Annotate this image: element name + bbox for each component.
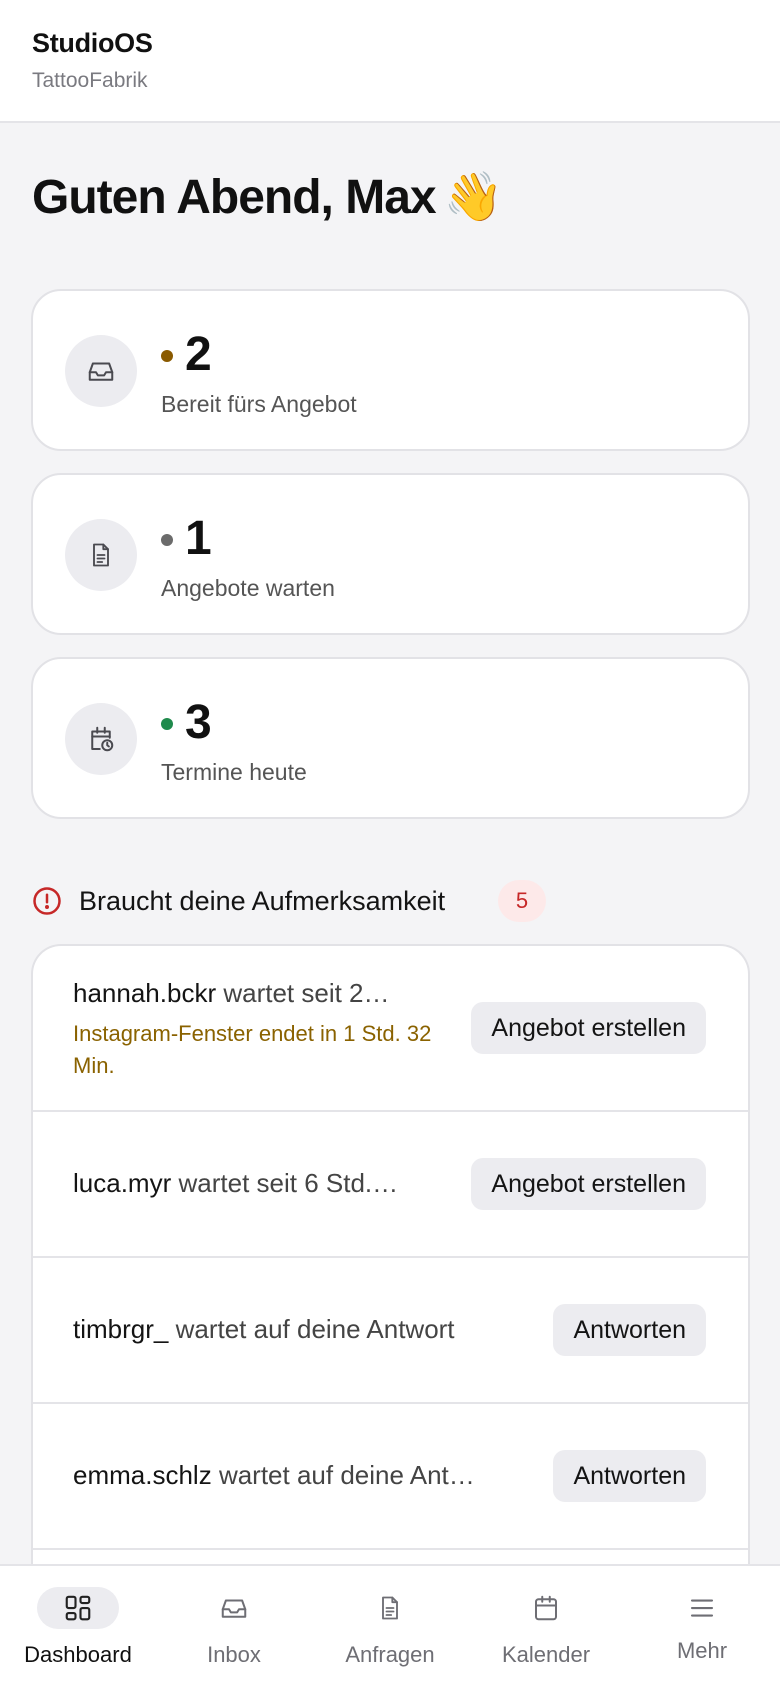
reply-button[interactable]: Antworten bbox=[553, 1450, 706, 1502]
status-dot bbox=[161, 534, 173, 546]
row-username: emma.schlz bbox=[73, 1460, 212, 1490]
app-header: StudioOS TattooFabrik bbox=[0, 0, 780, 123]
calendar-clock-icon bbox=[65, 703, 137, 775]
section-title: Braucht deine Aufmerksamkeit bbox=[79, 886, 446, 916]
nav-item-inbox[interactable]: Inbox bbox=[156, 1566, 312, 1688]
create-quote-button[interactable]: Angebot erstellen bbox=[471, 1158, 706, 1210]
alert-circle-icon bbox=[33, 887, 61, 915]
calendar-icon bbox=[505, 1587, 587, 1629]
stat-value: 3 bbox=[185, 696, 212, 749]
row-text: hannah.bckr wartet seit 2… bbox=[73, 978, 453, 1009]
row-text: luca.myr wartet seit 6 Std.… bbox=[73, 1168, 453, 1199]
studio-name: TattooFabrik bbox=[32, 69, 148, 92]
row-warning: Instagram-Fenster endet in 1 Std. 32 Min… bbox=[73, 1021, 432, 1078]
nav-label: Inbox bbox=[207, 1642, 261, 1667]
attention-count-badge: 5 bbox=[498, 880, 546, 922]
reply-button[interactable]: Antworten bbox=[553, 1304, 706, 1356]
list-item[interactable]: emma.schlz wartet auf deine Ant… Antwort… bbox=[33, 1404, 748, 1550]
stat-card-quotes-waiting[interactable]: 1 Angebote warten bbox=[31, 473, 750, 635]
row-username: timbrgr_ bbox=[73, 1314, 169, 1344]
stat-value: 1 bbox=[185, 512, 212, 565]
row-text: emma.schlz wartet auf deine Ant… bbox=[73, 1460, 523, 1491]
nav-item-more[interactable]: Mehr bbox=[624, 1566, 780, 1688]
row-status: wartet seit 6 Std.… bbox=[178, 1168, 399, 1198]
inbox-icon bbox=[65, 335, 137, 407]
stat-label: Termine heute bbox=[161, 759, 307, 785]
nav-item-calendar[interactable]: Kalender bbox=[468, 1566, 624, 1688]
list-item[interactable]: timbrgr_ wartet auf deine Antwort Antwor… bbox=[33, 1258, 748, 1404]
row-username: luca.myr bbox=[73, 1168, 172, 1198]
status-dot bbox=[161, 350, 173, 362]
status-dot bbox=[161, 718, 173, 730]
stat-label: Angebote warten bbox=[161, 575, 335, 601]
attention-list: hannah.bckr wartet seit 2… Instagram-Fen… bbox=[31, 944, 750, 1664]
app-name: StudioOS bbox=[32, 28, 153, 58]
greeting-text: Guten Abend, Max bbox=[32, 171, 437, 224]
row-status: wartet seit 2… bbox=[223, 978, 390, 1008]
row-username: hannah.bckr bbox=[73, 978, 217, 1008]
stat-card-ready-for-quote[interactable]: 2 Bereit fürs Angebot bbox=[31, 289, 750, 451]
document-icon bbox=[349, 1587, 431, 1629]
nav-item-requests[interactable]: Anfragen bbox=[312, 1566, 468, 1688]
document-icon bbox=[65, 519, 137, 591]
stat-label: Bereit fürs Angebot bbox=[161, 391, 357, 417]
nav-item-dashboard[interactable]: Dashboard bbox=[0, 1566, 156, 1688]
row-status: wartet auf deine Ant… bbox=[218, 1460, 475, 1490]
stat-value: 2 bbox=[185, 328, 212, 381]
nav-label: Mehr bbox=[676, 1638, 728, 1663]
nav-label: Kalender bbox=[501, 1642, 591, 1667]
create-quote-button[interactable]: Angebot erstellen bbox=[471, 1002, 706, 1054]
nav-label: Anfragen bbox=[345, 1642, 435, 1667]
attention-section-header: Braucht deine Aufmerksamkeit 5 bbox=[32, 880, 732, 924]
bottom-navigation: Dashboard Inbox Anfragen Kalender Mehr bbox=[0, 1564, 780, 1688]
waving-hand-emoji: 👋 bbox=[443, 171, 504, 224]
stat-card-appointments-today[interactable]: 3 Termine heute bbox=[31, 657, 750, 819]
list-item[interactable]: luca.myr wartet seit 6 Std.… Angebot ers… bbox=[33, 1112, 748, 1258]
list-item[interactable]: hannah.bckr wartet seit 2… Instagram-Fen… bbox=[33, 946, 748, 1112]
nav-label: Dashboard bbox=[24, 1642, 132, 1667]
greeting-title: Guten Abend, Max 👋 bbox=[32, 168, 504, 225]
dashboard-grid-icon bbox=[37, 1587, 119, 1629]
menu-icon bbox=[661, 1587, 743, 1629]
row-status: wartet auf deine Antwort bbox=[175, 1314, 455, 1344]
row-text: timbrgr_ wartet auf deine Antwort bbox=[73, 1314, 523, 1345]
inbox-icon bbox=[193, 1587, 275, 1629]
